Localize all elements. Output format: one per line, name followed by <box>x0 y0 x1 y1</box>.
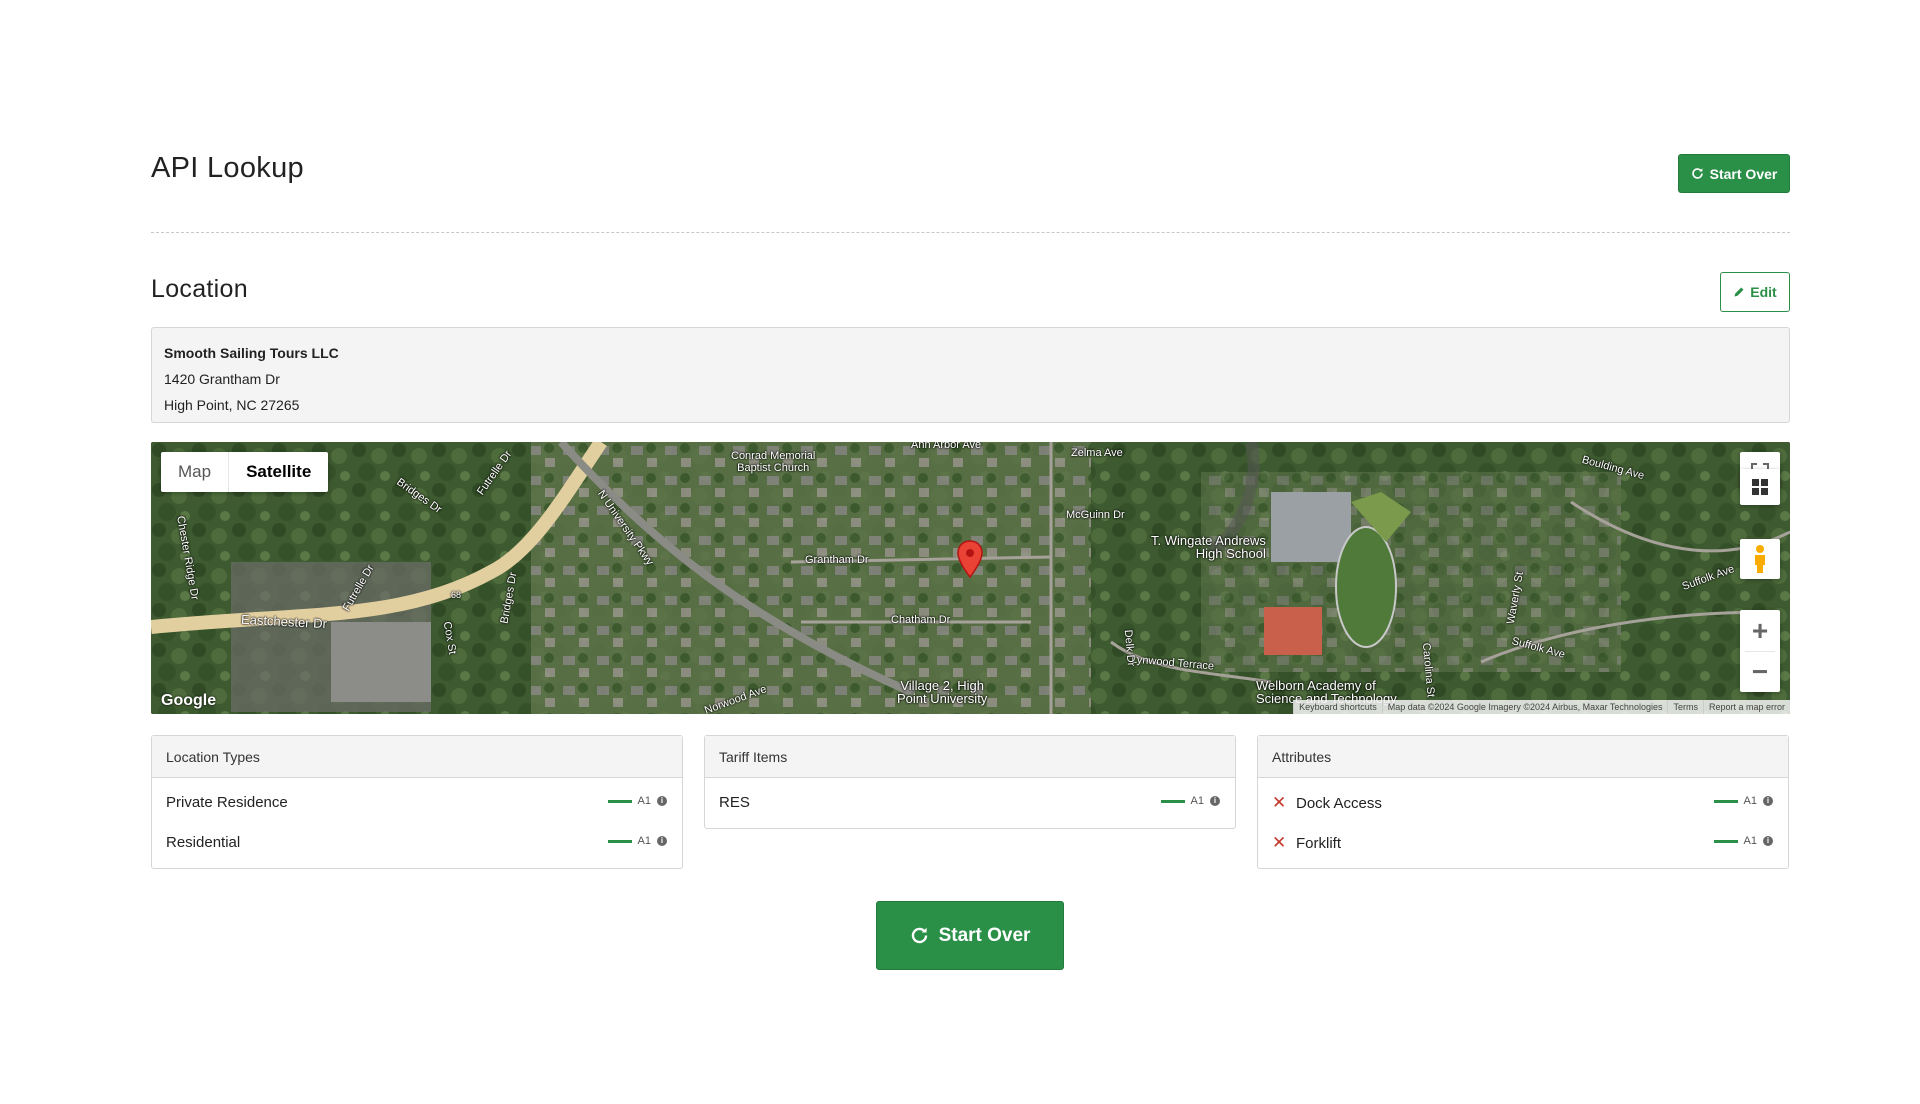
location-type-label: Residential <box>166 834 241 851</box>
map-pin-icon[interactable] <box>957 540 983 578</box>
confidence-meta: A1 i <box>1713 823 1773 859</box>
map-type-satellite[interactable]: Satellite <box>228 452 328 492</box>
map-type-control: Map Satellite <box>161 452 329 492</box>
tariff-items-title: Tariff Items <box>705 736 1235 778</box>
confidence-bar <box>1160 799 1185 803</box>
satellite-map[interactable]: Conrad Memorial Baptist Church Ann Arbor… <box>151 442 1790 714</box>
start-over-label: Start Over <box>1709 165 1778 182</box>
confidence-meta: A1 i <box>607 823 667 859</box>
pencil-icon <box>1734 287 1744 297</box>
layers-button[interactable] <box>1740 469 1780 505</box>
edit-label: Edit <box>1750 284 1777 300</box>
attributes-title: Attributes <box>1258 736 1788 778</box>
map-label-school: T. Wingate Andrews High School <box>1151 533 1266 561</box>
map-label-church: Conrad Memorial Baptist Church <box>731 450 816 474</box>
attribute-label: Dock Access <box>1296 795 1382 812</box>
list-item: ✕ Dock Access A1 i <box>1258 783 1788 823</box>
tariff-items-panel: Tariff Items RES A1 i <box>704 735 1236 829</box>
location-types-title: Location Types <box>152 736 682 778</box>
company-name: Smooth Sailing Tours LLC <box>164 345 339 361</box>
zoom-control: + − <box>1740 610 1780 692</box>
header-divider <box>151 232 1790 233</box>
details-panels: Location Types Private Residence A1 i Res… <box>151 735 1790 875</box>
page-header: API Lookup Start Over <box>151 150 1790 195</box>
address-street: 1420 Grantham Dr <box>164 371 280 387</box>
list-item: Private Residence A1 i <box>152 783 682 823</box>
confidence-bar <box>1713 799 1738 803</box>
map-label-grantham: Grantham Dr <box>805 554 869 566</box>
code-label: A1 <box>1190 795 1204 807</box>
confidence-meta: A1 i <box>1713 783 1773 819</box>
address-card: Smooth Sailing Tours LLC 1420 Grantham D… <box>151 327 1790 423</box>
x-mark-icon: ✕ <box>1272 793 1287 812</box>
page-title: API Lookup <box>151 152 304 184</box>
map-attribution: Keyboard shortcuts Map data ©2024 Google… <box>1293 700 1790 714</box>
info-icon[interactable]: i <box>657 836 667 846</box>
info-icon[interactable]: i <box>1763 796 1773 806</box>
location-title: Location <box>151 275 248 303</box>
keyboard-shortcuts-link[interactable]: Keyboard shortcuts <box>1293 700 1382 714</box>
info-icon[interactable]: i <box>657 796 667 806</box>
refresh-icon <box>1691 168 1703 179</box>
code-label: A1 <box>637 795 651 807</box>
start-over-button-bottom[interactable]: Start Over <box>876 901 1064 970</box>
map-label-chatham: Chatham Dr <box>891 614 951 626</box>
list-item: ✕ Forklift A1 i <box>1258 823 1788 863</box>
google-logo: Google <box>161 692 217 709</box>
info-icon[interactable]: i <box>1210 796 1220 806</box>
street-view-pegman[interactable] <box>1740 539 1780 579</box>
location-types-panel: Location Types Private Residence A1 i Res… <box>151 735 683 869</box>
grid-icon <box>1752 479 1768 495</box>
map-data-text: Map data ©2024 Google Imagery ©2024 Airb… <box>1381 700 1668 714</box>
location-section-header: Location Edit <box>151 271 1790 313</box>
pegman-icon <box>1755 545 1765 573</box>
location-type-label: Private Residence <box>166 794 288 811</box>
list-item: RES A1 i <box>705 783 1235 823</box>
terms-link[interactable]: Terms <box>1667 700 1703 714</box>
map-label-village: Village 2, High Point University <box>897 678 988 706</box>
map-label-mcguinn: McGuinn Dr <box>1066 509 1125 521</box>
map-label-ann-arbor: Ann Arbor Ave <box>911 442 982 451</box>
confidence-bar <box>1713 839 1738 843</box>
map-label-route: 68 <box>451 590 462 600</box>
confidence-meta: A1 i <box>607 783 667 819</box>
x-mark-icon: ✕ <box>1272 833 1287 852</box>
map-type-map[interactable]: Map <box>161 452 228 492</box>
confidence-bar <box>607 799 632 803</box>
code-label: A1 <box>1743 795 1757 807</box>
info-icon[interactable]: i <box>1763 836 1773 846</box>
confidence-meta: A1 i <box>1160 783 1220 819</box>
edit-location-button[interactable]: Edit <box>1720 272 1790 312</box>
report-error-link[interactable]: Report a map error <box>1702 700 1790 714</box>
code-label: A1 <box>637 835 651 847</box>
zoom-out-button[interactable]: − <box>1740 652 1780 692</box>
code-label: A1 <box>1743 835 1757 847</box>
map-label-zelma: Zelma Ave <box>1071 447 1123 459</box>
refresh-icon <box>911 927 927 944</box>
zoom-in-button[interactable]: + <box>1740 611 1780 651</box>
attributes-panel: Attributes ✕ Dock Access A1 i ✕ Forklift A1… <box>1257 735 1789 869</box>
attribute-label: Forklift <box>1296 835 1341 852</box>
start-over-label: Start Over <box>938 924 1031 946</box>
tariff-item-label: RES <box>719 794 750 811</box>
address-city: High Point, NC 27265 <box>164 397 300 413</box>
start-over-button-top[interactable]: Start Over <box>1678 154 1790 193</box>
list-item: Residential A1 i <box>152 823 682 863</box>
confidence-bar <box>607 839 632 843</box>
